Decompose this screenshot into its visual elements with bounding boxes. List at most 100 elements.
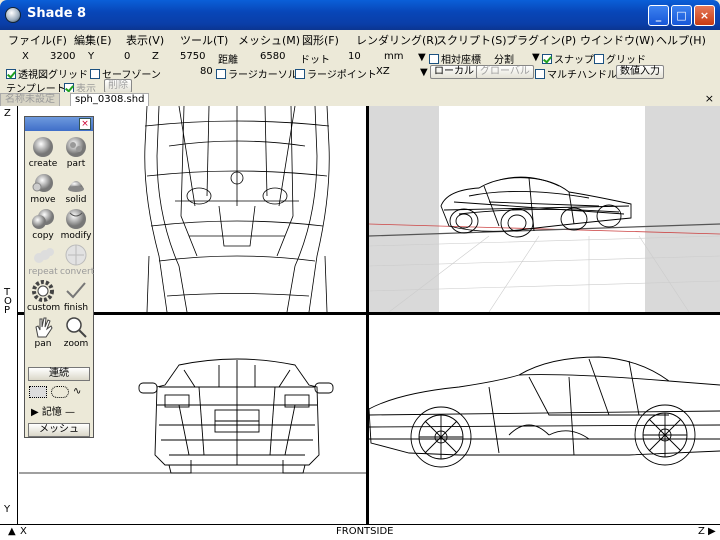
- tool-custom-label: custom: [27, 303, 61, 313]
- tool-repeat[interactable]: repeat: [27, 243, 59, 279]
- tool-palette: × create part move solid copy modify rep…: [24, 116, 94, 438]
- bottom-ruler: ▲ X FRONTSIDE Z ▶: [0, 524, 720, 540]
- close-icon: ×: [699, 9, 710, 22]
- tool-part-label: part: [66, 159, 86, 169]
- tool-repeat-label: repeat: [28, 267, 58, 277]
- z-value[interactable]: 5750: [180, 51, 205, 62]
- tool-solid-label: solid: [65, 195, 87, 205]
- check-icon: [66, 282, 86, 299]
- selection-mode-icons: ∿: [29, 385, 89, 399]
- menu-view[interactable]: 表示(V): [126, 32, 164, 48]
- front-side-label: FRONTSIDE: [336, 526, 394, 537]
- minimize-icon: _: [655, 9, 662, 22]
- tool-create[interactable]: create: [27, 135, 59, 171]
- tool-convert-label: convert: [60, 267, 95, 277]
- tool-convert[interactable]: convert: [60, 243, 95, 279]
- menu-render[interactable]: レンダリング(R): [356, 32, 438, 48]
- menu-plugin[interactable]: プラグイン(P): [506, 32, 576, 48]
- arrow-right-icon: ▶: [708, 526, 716, 537]
- menu-script[interactable]: スクリプト(S): [436, 32, 507, 48]
- x-value[interactable]: 3200: [50, 51, 75, 62]
- tool-copy-label: copy: [32, 231, 54, 241]
- menu-help[interactable]: ヘルプ(H): [656, 32, 706, 48]
- z-label: Z: [152, 51, 159, 62]
- viewport-perspective[interactable]: [369, 106, 720, 312]
- menu-shape[interactable]: 図形(F): [302, 32, 339, 48]
- y-label: Y: [88, 51, 95, 62]
- tool-move-label: move: [30, 195, 56, 205]
- palette-titlebar[interactable]: ×: [25, 117, 93, 131]
- y-axis-label: Y: [4, 504, 11, 515]
- menu-bar: ファイル(F) 編集(E) 表示(V) ツール(T) メッシュ(M) 図形(F)…: [0, 30, 720, 48]
- minimize-button[interactable]: _: [648, 5, 669, 26]
- part-icon: [66, 137, 86, 157]
- menu-edit[interactable]: 編集(E): [74, 32, 112, 48]
- menu-file[interactable]: ファイル(F): [8, 32, 67, 48]
- relative-coords-checkbox[interactable]: [429, 54, 439, 64]
- viewport-divider-horizontal[interactable]: [18, 312, 720, 315]
- title-bar: Shade 8 _ □ ×: [0, 0, 720, 30]
- y-value[interactable]: 0: [124, 51, 130, 62]
- arrow-up-icon: ▲: [8, 526, 16, 537]
- x-label: X: [22, 51, 29, 62]
- distance-value[interactable]: 6580: [260, 51, 285, 62]
- convert-icon: [65, 244, 87, 266]
- hand-icon: [35, 317, 53, 338]
- delete-button[interactable]: 削除: [104, 79, 132, 93]
- solid-icon: [68, 181, 84, 192]
- grid-checkbox[interactable]: [594, 54, 604, 64]
- car-perspective-wireframe: [369, 106, 720, 312]
- tool-modify[interactable]: modify: [60, 207, 92, 243]
- tool-pan[interactable]: pan: [27, 315, 59, 351]
- lasso-select-icon[interactable]: [51, 386, 69, 398]
- local-button[interactable]: ローカル: [430, 65, 478, 79]
- menu-window[interactable]: ウインドウ(W): [580, 32, 654, 48]
- numeric-input-button[interactable]: 数値入力: [616, 65, 664, 79]
- continuous-button[interactable]: 連続: [28, 367, 90, 381]
- value-80[interactable]: 80: [200, 66, 213, 77]
- tool-move[interactable]: move: [27, 171, 59, 207]
- top-view-label: TOP: [4, 287, 12, 316]
- app-icon[interactable]: [5, 7, 21, 23]
- menu-mesh[interactable]: メッシュ(M): [238, 32, 300, 48]
- tab-untitled[interactable]: 名称未設定: [0, 93, 60, 106]
- global-button[interactable]: グローバル: [476, 65, 534, 79]
- tool-create-label: create: [28, 159, 58, 169]
- dot-value[interactable]: 10: [348, 51, 361, 62]
- snap-checkbox[interactable]: [542, 54, 552, 64]
- mesh-button[interactable]: メッシュ: [28, 423, 90, 437]
- tool-custom[interactable]: custom: [27, 279, 61, 315]
- viewport-side[interactable]: [369, 315, 720, 524]
- tool-modify-label: modify: [60, 231, 92, 241]
- sphere-icon: [33, 137, 53, 157]
- tool-zoom[interactable]: zoom: [60, 315, 92, 351]
- viewport-divider-vertical[interactable]: [366, 106, 369, 524]
- tab-sph-0308[interactable]: sph_0308.shd: [70, 93, 150, 106]
- tool-copy[interactable]: copy: [27, 207, 59, 243]
- split-dropdown-icon[interactable]: ▼: [532, 52, 540, 63]
- tool-finish[interactable]: finish: [60, 279, 92, 315]
- z-axis-label: Z: [4, 108, 11, 119]
- maximize-icon: □: [676, 9, 687, 22]
- unit-dropdown-icon[interactable]: ▼: [418, 52, 426, 63]
- copy-icon: [32, 209, 54, 229]
- move-icon: [32, 174, 53, 192]
- palette-close-icon[interactable]: ×: [79, 118, 91, 130]
- rectangle-select-icon[interactable]: [29, 386, 47, 398]
- memory-row[interactable]: ▶ 記憶 —: [31, 403, 75, 418]
- freehand-select-icon[interactable]: ∿: [73, 386, 89, 398]
- window-title: Shade 8: [27, 6, 87, 21]
- maximize-button[interactable]: □: [671, 5, 692, 26]
- menu-tools[interactable]: ツール(T): [180, 32, 228, 48]
- repeat-icon: [34, 248, 54, 263]
- tool-part[interactable]: part: [60, 135, 92, 171]
- plane-dropdown-icon[interactable]: ▼: [420, 67, 428, 78]
- plane-select[interactable]: XZ: [376, 66, 390, 77]
- car-side-wireframe: [369, 356, 720, 468]
- close-button[interactable]: ×: [694, 5, 715, 26]
- unit-select[interactable]: mm: [384, 51, 403, 62]
- tool-solid[interactable]: solid: [60, 171, 92, 207]
- z-axis-label-right: Z: [698, 526, 705, 537]
- modify-icon: [66, 209, 86, 229]
- close-tab-icon[interactable]: ×: [705, 92, 714, 105]
